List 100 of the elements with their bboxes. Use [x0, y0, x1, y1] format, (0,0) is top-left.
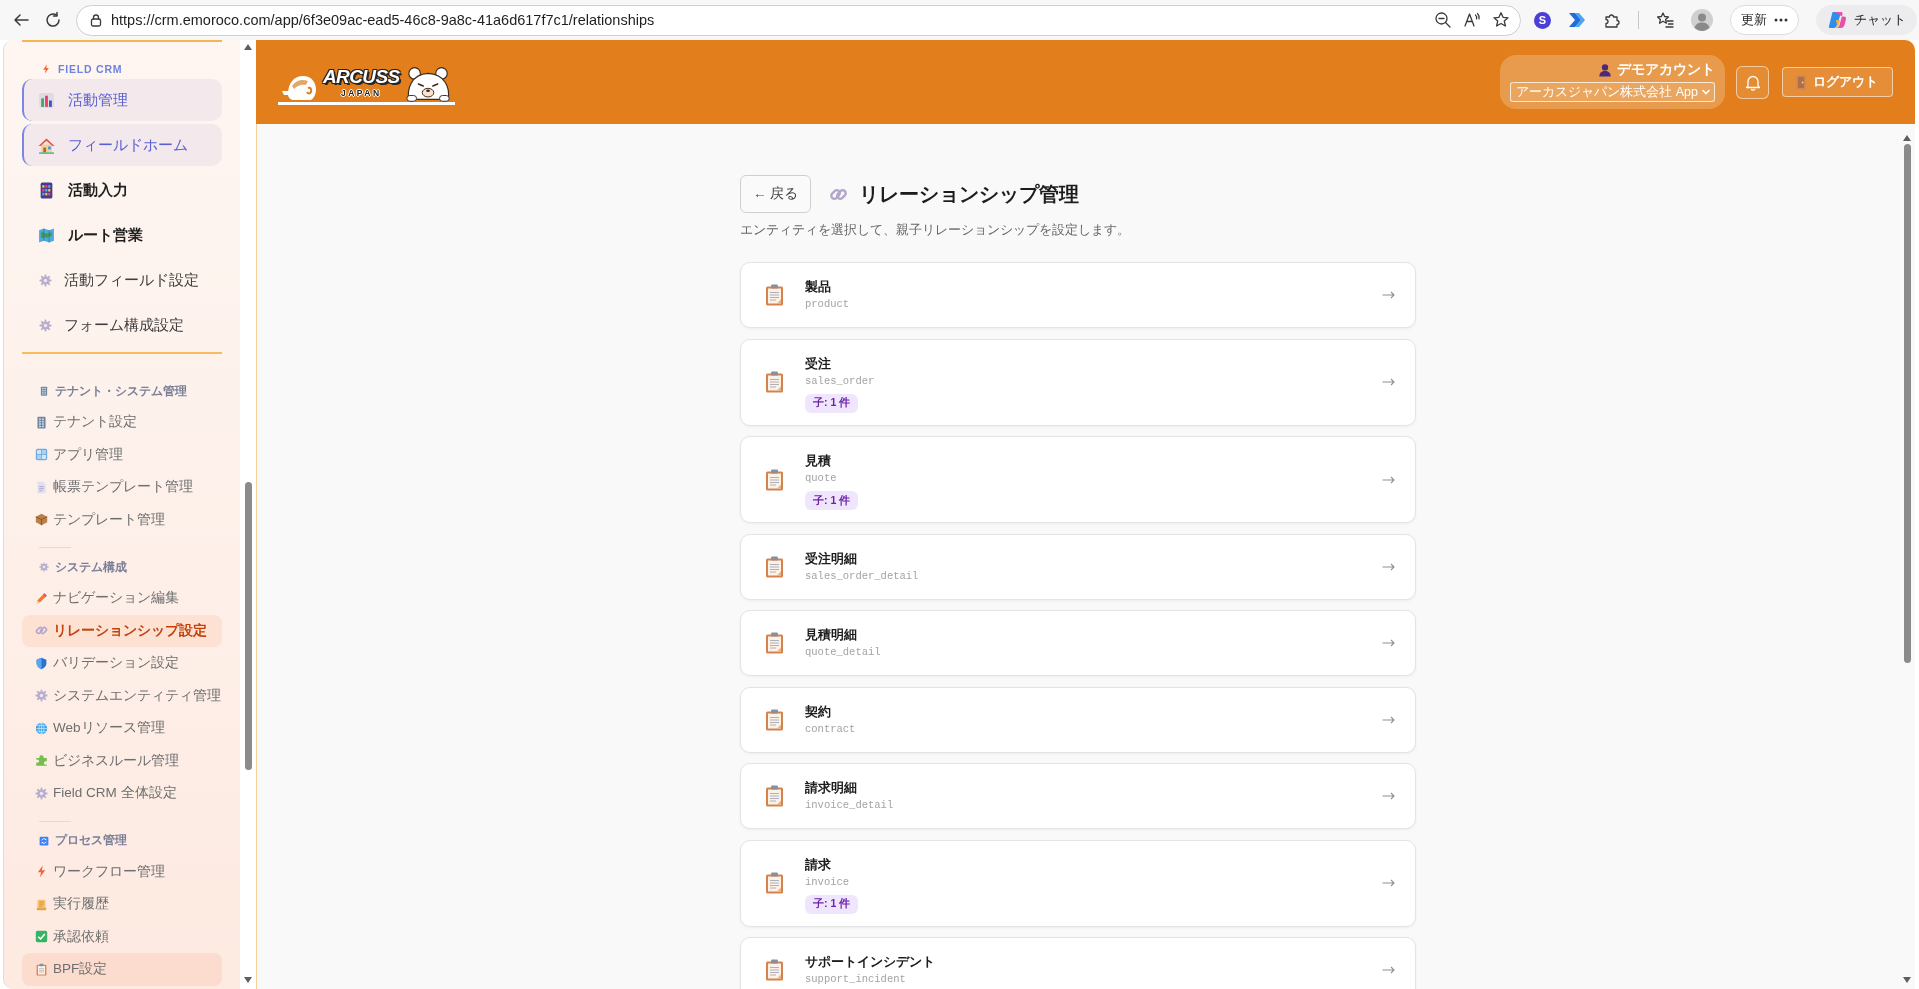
- sidebar-item[interactable]: テンプレート管理: [22, 503, 222, 536]
- update-button[interactable]: 更新: [1730, 5, 1799, 35]
- sidebar-item[interactable]: バリデーション設定: [22, 647, 222, 680]
- entity-name: サポートインシデント: [805, 953, 935, 971]
- puzzle-icon: [35, 754, 48, 768]
- reload-icon[interactable]: [44, 11, 62, 29]
- puzzle-icon[interactable]: [1603, 11, 1621, 29]
- scroll-up-icon: [244, 44, 252, 50]
- logo-tagline: JAPAN: [340, 87, 382, 98]
- sidebar-item[interactable]: BPF設定: [22, 953, 222, 986]
- notification-button[interactable]: [1736, 65, 1769, 99]
- scroll-up-icon: [1903, 135, 1911, 141]
- more-icon: [1774, 18, 1788, 22]
- entity-key: invoice: [805, 873, 850, 890]
- entity-card[interactable]: 見積 quote 子: 1 件: [740, 436, 1416, 523]
- sidebar-item[interactable]: 承認依頼: [22, 920, 222, 953]
- clipboard-icon: [35, 962, 48, 976]
- chat-button[interactable]: チャット: [1816, 5, 1917, 35]
- entity-card[interactable]: サポートインシデント support_incident: [740, 937, 1416, 989]
- back-icon[interactable]: [12, 11, 30, 29]
- window-icon: [35, 448, 48, 462]
- assistant-icon: [1827, 10, 1847, 30]
- sidebar-item[interactable]: Field CRM 全体設定: [22, 777, 222, 810]
- entity-key: product: [805, 296, 850, 312]
- entity-name: 請求: [805, 855, 831, 874]
- entity-card[interactable]: 製品 product: [740, 262, 1416, 328]
- double-chevron-icon[interactable]: [1568, 12, 1586, 28]
- gear-icon: [39, 273, 52, 287]
- entity-card[interactable]: 請求明細 invoice_detail: [740, 763, 1416, 829]
- entity-card[interactable]: 見積明細 quote_detail: [740, 610, 1416, 676]
- clipboard-icon: [765, 785, 784, 807]
- child-count-badge: 子: 1 件: [805, 491, 859, 510]
- helmet-icon: [282, 73, 318, 102]
- arrow-right-icon: [1382, 879, 1395, 887]
- gear-icon: [39, 318, 52, 332]
- arrow-right-icon: [1382, 562, 1395, 571]
- shield-icon: [35, 656, 48, 670]
- sidebar-item[interactable]: ワークフロー管理: [22, 855, 222, 888]
- arrow-right-icon: [1382, 639, 1395, 647]
- scroll-icon: [35, 897, 48, 911]
- entity-name: 製品: [805, 278, 831, 296]
- entity-card[interactable]: 受注 sales_order 子: 1 件: [740, 338, 1416, 426]
- calculator-icon: [38, 181, 55, 199]
- gear-icon: [39, 562, 49, 572]
- address-bar[interactable]: https://crm.emoroco.com/app/6f3e09ac-ead5-46c8-9a8c-41a6d617f7c1/relationships: [76, 4, 1521, 36]
- sidebar-item[interactable]: システムエンティティ管理: [22, 679, 222, 712]
- page-subtitle: エンティティを選択して、親子リレーションシップを設定します。: [740, 222, 1131, 238]
- entity-card[interactable]: 契約 contract: [740, 686, 1416, 753]
- building-icon: [35, 415, 48, 429]
- clipboard-icon: [765, 959, 784, 981]
- sidebar-item[interactable]: 実行履歴: [22, 888, 222, 921]
- sidebar-item[interactable]: ビジネスルール管理: [22, 744, 222, 777]
- arrow-right-icon: [1382, 475, 1395, 484]
- entity-key: contract: [805, 720, 856, 737]
- clipboard-icon: [765, 555, 784, 578]
- sidebar-item[interactable]: テナント設定: [22, 406, 222, 439]
- entity-key: quote: [805, 470, 837, 486]
- sidebar-item[interactable]: アプリ管理: [22, 438, 222, 471]
- lightning-icon: [35, 865, 48, 879]
- gear-icon: [35, 689, 48, 703]
- entity-card[interactable]: 請求 invoice 子: 1 件: [740, 839, 1416, 927]
- read-aloud-icon[interactable]: [1463, 11, 1481, 29]
- star-icon[interactable]: [1492, 11, 1510, 29]
- entity-key: sales_order_detail: [805, 567, 919, 584]
- scrollbar-thumb[interactable]: [1903, 144, 1911, 663]
- sidebar-item[interactable]: 帳票テンプレート管理: [22, 471, 222, 504]
- scrollbar-thumb[interactable]: [244, 482, 252, 770]
- sidebar-item[interactable]: Webリソース管理: [22, 712, 222, 745]
- sidebar-item[interactable]: 活動管理: [22, 79, 222, 121]
- sidebar-section-title: プロセス管理: [55, 832, 127, 849]
- entity-key: quote_detail: [805, 644, 881, 660]
- logo[interactable]: ARCUSS JAPAN: [278, 65, 455, 105]
- sidebar-item[interactable]: フォーム構成設定: [22, 304, 222, 346]
- child-count-badge: 子: 1 件: [805, 894, 859, 914]
- entity-key: support_incident: [805, 971, 906, 987]
- lightning-icon: [41, 64, 51, 74]
- sidebar-item[interactable]: リレーションシップ設定: [22, 614, 222, 647]
- clipboard-icon: [765, 371, 784, 393]
- favorites-icon[interactable]: [1656, 11, 1674, 29]
- gear-icon: [35, 786, 48, 800]
- arrow-right-icon: [1382, 715, 1395, 724]
- sidebar-item[interactable]: ナビゲーション編集: [22, 582, 222, 615]
- pencil-icon: [35, 591, 48, 605]
- arrow-right-icon: [1382, 792, 1395, 800]
- sidebar-section-title: システム構成: [55, 558, 127, 576]
- extension-badge[interactable]: S: [1534, 11, 1551, 29]
- entity-name: 受注: [805, 354, 831, 373]
- sidebar-item[interactable]: ルート営業: [22, 214, 222, 256]
- sidebar-item[interactable]: フィールドホーム: [22, 124, 222, 166]
- user-icon: [1598, 63, 1612, 77]
- back-button[interactable]: ← 戻る: [740, 175, 812, 213]
- entity-key: sales_order: [805, 372, 875, 389]
- package-icon: [35, 513, 48, 527]
- scroll-down-icon: [244, 977, 252, 983]
- avatar-icon[interactable]: [1691, 9, 1713, 31]
- arrow-right-icon: [1382, 378, 1395, 386]
- zoom-out-icon[interactable]: [1434, 11, 1452, 29]
- entity-card[interactable]: 受注明細 sales_order_detail: [740, 533, 1416, 600]
- sidebar-item[interactable]: 活動フィールド設定: [22, 259, 222, 301]
- sidebar-item[interactable]: 活動入力: [22, 169, 222, 211]
